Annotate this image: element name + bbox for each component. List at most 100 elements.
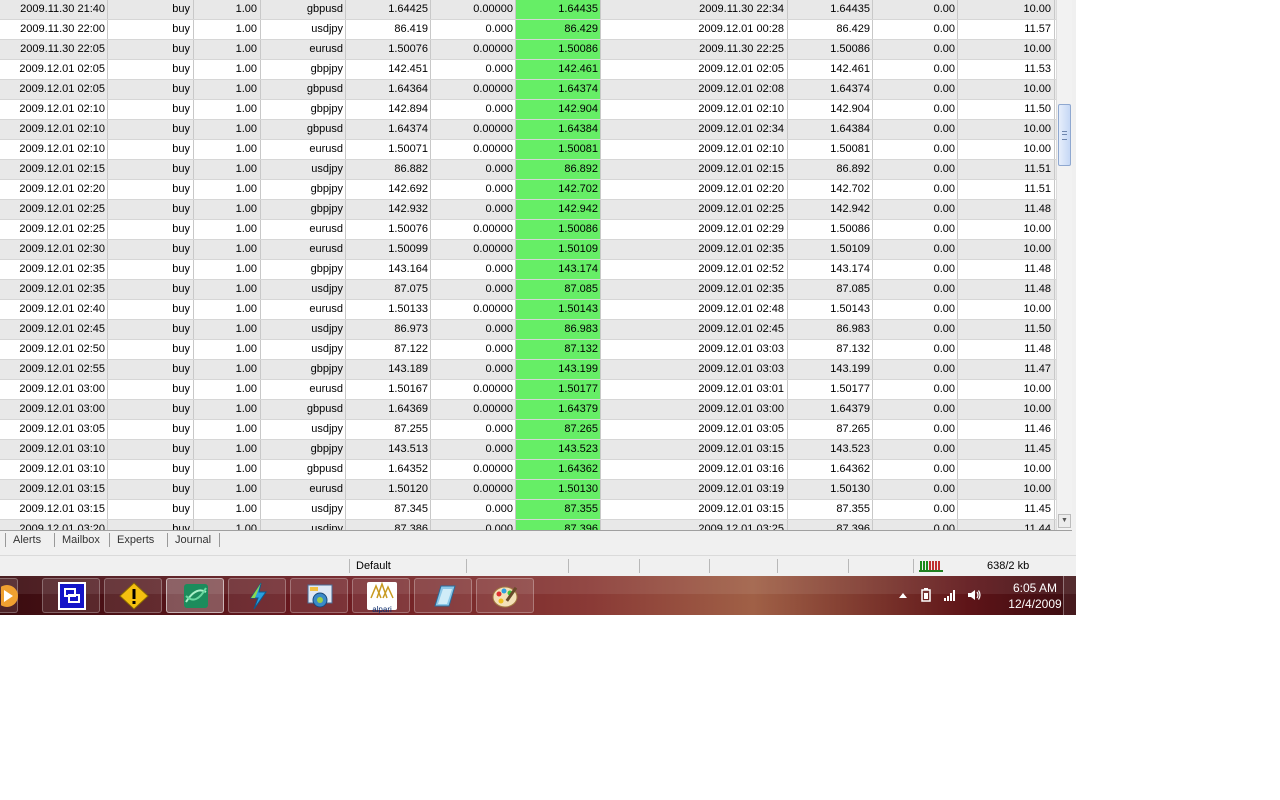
table-row[interactable]: 2009.12.01 02:20 buy 1.00 gbpjpy 142.692 0.00… bbox=[0, 180, 1056, 200]
table-row[interactable]: 2009.12.01 02:45 buy 1.00 usdjpy 86.973 0.000… bbox=[0, 320, 1056, 340]
size-cell: 1.00 bbox=[194, 400, 261, 419]
commission-cell: 0.00 bbox=[873, 460, 958, 479]
take-profit-cell: 1.64362 bbox=[516, 460, 601, 479]
type-cell: buy bbox=[108, 260, 194, 279]
open-time-cell: 2009.12.01 02:55 bbox=[0, 360, 108, 379]
stop-loss-cell: 0.000 bbox=[431, 200, 516, 219]
table-row[interactable]: 2009.12.01 03:20 buy 1.00 usdjpy 87.386 0.000… bbox=[0, 520, 1056, 530]
tab-journal[interactable]: Journal bbox=[167, 533, 211, 547]
table-row[interactable]: 2009.12.01 03:10 buy 1.00 gbpusd 1.64352 0.00… bbox=[0, 460, 1056, 480]
show-desktop-button[interactable] bbox=[1063, 576, 1076, 615]
close-time-cell: 2009.12.01 03:25 bbox=[601, 520, 788, 530]
table-row[interactable]: 2009.12.01 02:35 buy 1.00 gbpjpy 143.164 0.00… bbox=[0, 260, 1056, 280]
connection-status-icon bbox=[919, 561, 943, 572]
open-time-cell: 2009.12.01 02:35 bbox=[0, 280, 108, 299]
taskbar-button-lightning-app[interactable] bbox=[228, 578, 286, 613]
table-row[interactable]: 2009.12.01 03:15 buy 1.00 eurusd 1.50120 0.00… bbox=[0, 480, 1056, 500]
table-row[interactable]: 2009.12.01 03:10 buy 1.00 gbpjpy 143.513 0.00… bbox=[0, 440, 1056, 460]
open-time-cell: 2009.12.01 02:30 bbox=[0, 240, 108, 259]
type-cell: buy bbox=[108, 100, 194, 119]
commission-cell: 0.00 bbox=[873, 260, 958, 279]
type-cell: buy bbox=[108, 440, 194, 459]
symbol-cell: gbpjpy bbox=[261, 100, 346, 119]
terminal-tabs: Alerts Mailbox Experts Journal bbox=[0, 530, 1072, 549]
table-row[interactable]: 2009.12.01 03:05 buy 1.00 usdjpy 87.255 0.000… bbox=[0, 420, 1056, 440]
take-profit-cell: 142.904 bbox=[516, 100, 601, 119]
network-icon[interactable] bbox=[943, 588, 957, 602]
table-row[interactable]: 2009.12.01 02:40 buy 1.00 eurusd 1.50133 0.00… bbox=[0, 300, 1056, 320]
table-row[interactable]: 2009.12.01 02:05 buy 1.00 gbpjpy 142.451 0.00… bbox=[0, 60, 1056, 80]
size-cell: 1.00 bbox=[194, 500, 261, 519]
table-row[interactable]: 2009.12.01 02:25 buy 1.00 gbpjpy 142.932 0.00… bbox=[0, 200, 1056, 220]
open-time-cell: 2009.12.01 02:25 bbox=[0, 220, 108, 239]
taskbar-button-paint[interactable] bbox=[476, 578, 534, 613]
take-profit-cell: 1.64435 bbox=[516, 0, 601, 19]
commission-cell: 0.00 bbox=[873, 360, 958, 379]
table-row[interactable]: 2009.12.01 02:10 buy 1.00 eurusd 1.50071 0.00… bbox=[0, 140, 1056, 160]
taskbar-button-media-player[interactable] bbox=[0, 578, 18, 613]
table-row[interactable]: 2009.12.01 02:10 buy 1.00 gbpusd 1.64374 0.00… bbox=[0, 120, 1056, 140]
size-cell: 1.00 bbox=[194, 200, 261, 219]
close-price-cell: 1.64384 bbox=[788, 120, 873, 139]
commission-cell: 0.00 bbox=[873, 200, 958, 219]
profit-cell: 10.00 bbox=[958, 0, 1055, 19]
table-row[interactable]: 2009.12.01 02:25 buy 1.00 eurusd 1.50076 0.00… bbox=[0, 220, 1056, 240]
price-cell: 143.164 bbox=[346, 260, 431, 279]
stop-loss-cell: 0.000 bbox=[431, 280, 516, 299]
table-row[interactable]: 2009.12.01 02:35 buy 1.00 usdjpy 87.075 0.000… bbox=[0, 280, 1056, 300]
table-row[interactable]: 2009.12.01 02:15 buy 1.00 usdjpy 86.882 0.000… bbox=[0, 160, 1056, 180]
price-cell: 1.50076 bbox=[346, 220, 431, 239]
tab-mailbox[interactable]: Mailbox bbox=[54, 533, 100, 547]
clock-date[interactable]: 12/4/2009 bbox=[1000, 597, 1070, 611]
taskbar-button-alpari[interactable]: alpari bbox=[352, 578, 410, 614]
status-divider bbox=[777, 559, 778, 573]
profit-cell: 10.00 bbox=[958, 80, 1055, 99]
stop-loss-cell: 0.00000 bbox=[431, 220, 516, 239]
tab-alerts[interactable]: Alerts bbox=[5, 533, 41, 547]
status-divider bbox=[913, 559, 914, 573]
commission-cell: 0.00 bbox=[873, 400, 958, 419]
table-row[interactable]: 2009.11.30 22:05 buy 1.00 eurusd 1.50076 0.00… bbox=[0, 40, 1056, 60]
size-cell: 1.00 bbox=[194, 520, 261, 530]
table-row[interactable]: 2009.12.01 02:55 buy 1.00 gbpjpy 143.189 0.00… bbox=[0, 360, 1056, 380]
table-row[interactable]: 2009.12.01 02:50 buy 1.00 usdjpy 87.122 0.000… bbox=[0, 340, 1056, 360]
table-row[interactable]: 2009.12.01 02:10 buy 1.00 gbpjpy 142.894 0.00… bbox=[0, 100, 1056, 120]
symbol-cell: eurusd bbox=[261, 480, 346, 499]
taskbar-button-control-panel[interactable] bbox=[290, 578, 348, 613]
table-row[interactable]: 2009.11.30 22:00 buy 1.00 usdjpy 86.419 0.000… bbox=[0, 20, 1056, 40]
open-time-cell: 2009.12.01 02:10 bbox=[0, 140, 108, 159]
system-tray: 6:05 AM 12/4/2009 bbox=[890, 576, 1076, 615]
scrollbar-thumb[interactable] bbox=[1058, 104, 1071, 166]
volume-icon[interactable] bbox=[967, 588, 981, 602]
take-profit-cell: 143.523 bbox=[516, 440, 601, 459]
open-time-cell: 2009.11.30 22:05 bbox=[0, 40, 108, 59]
table-row[interactable]: 2009.12.01 03:00 buy 1.00 gbpusd 1.64369 0.00… bbox=[0, 400, 1056, 420]
commission-cell: 0.00 bbox=[873, 440, 958, 459]
tab-experts[interactable]: Experts bbox=[109, 533, 154, 547]
take-profit-cell: 1.64379 bbox=[516, 400, 601, 419]
table-row[interactable]: 2009.12.01 03:00 buy 1.00 eurusd 1.50167 0.00… bbox=[0, 380, 1056, 400]
commission-cell: 0.00 bbox=[873, 60, 958, 79]
paint-icon bbox=[492, 586, 518, 608]
profit-cell: 11.57 bbox=[958, 20, 1055, 39]
taskbar-button-remote[interactable] bbox=[42, 578, 100, 613]
profit-cell: 10.00 bbox=[958, 120, 1055, 139]
clock-time[interactable]: 6:05 AM bbox=[1000, 581, 1070, 595]
taskbar-button-notepad[interactable] bbox=[414, 578, 472, 613]
taskbar-button-warning[interactable] bbox=[104, 578, 162, 613]
status-bar: Default 638/2 kb bbox=[0, 555, 1076, 576]
type-cell: buy bbox=[108, 400, 194, 419]
type-cell: buy bbox=[108, 380, 194, 399]
profit-cell: 10.00 bbox=[958, 140, 1055, 159]
table-row[interactable]: 2009.12.01 02:05 buy 1.00 gbpusd 1.64364 0.00… bbox=[0, 80, 1056, 100]
vertical-scrollbar[interactable]: ▼ bbox=[1056, 0, 1072, 530]
profit-cell: 10.00 bbox=[958, 480, 1055, 499]
power-icon[interactable] bbox=[919, 588, 933, 602]
taskbar-button-globe-app[interactable] bbox=[166, 578, 224, 613]
size-cell: 1.00 bbox=[194, 340, 261, 359]
table-row[interactable]: 2009.12.01 03:15 buy 1.00 usdjpy 87.345 0.000… bbox=[0, 500, 1056, 520]
scroll-down-button[interactable]: ▼ bbox=[1058, 514, 1071, 528]
show-hidden-icons-icon[interactable] bbox=[896, 588, 910, 602]
table-row[interactable]: 2009.11.30 21:40 buy 1.00 gbpusd 1.64425 0.00… bbox=[0, 0, 1056, 20]
table-row[interactable]: 2009.12.01 02:30 buy 1.00 eurusd 1.50099 0.00… bbox=[0, 240, 1056, 260]
